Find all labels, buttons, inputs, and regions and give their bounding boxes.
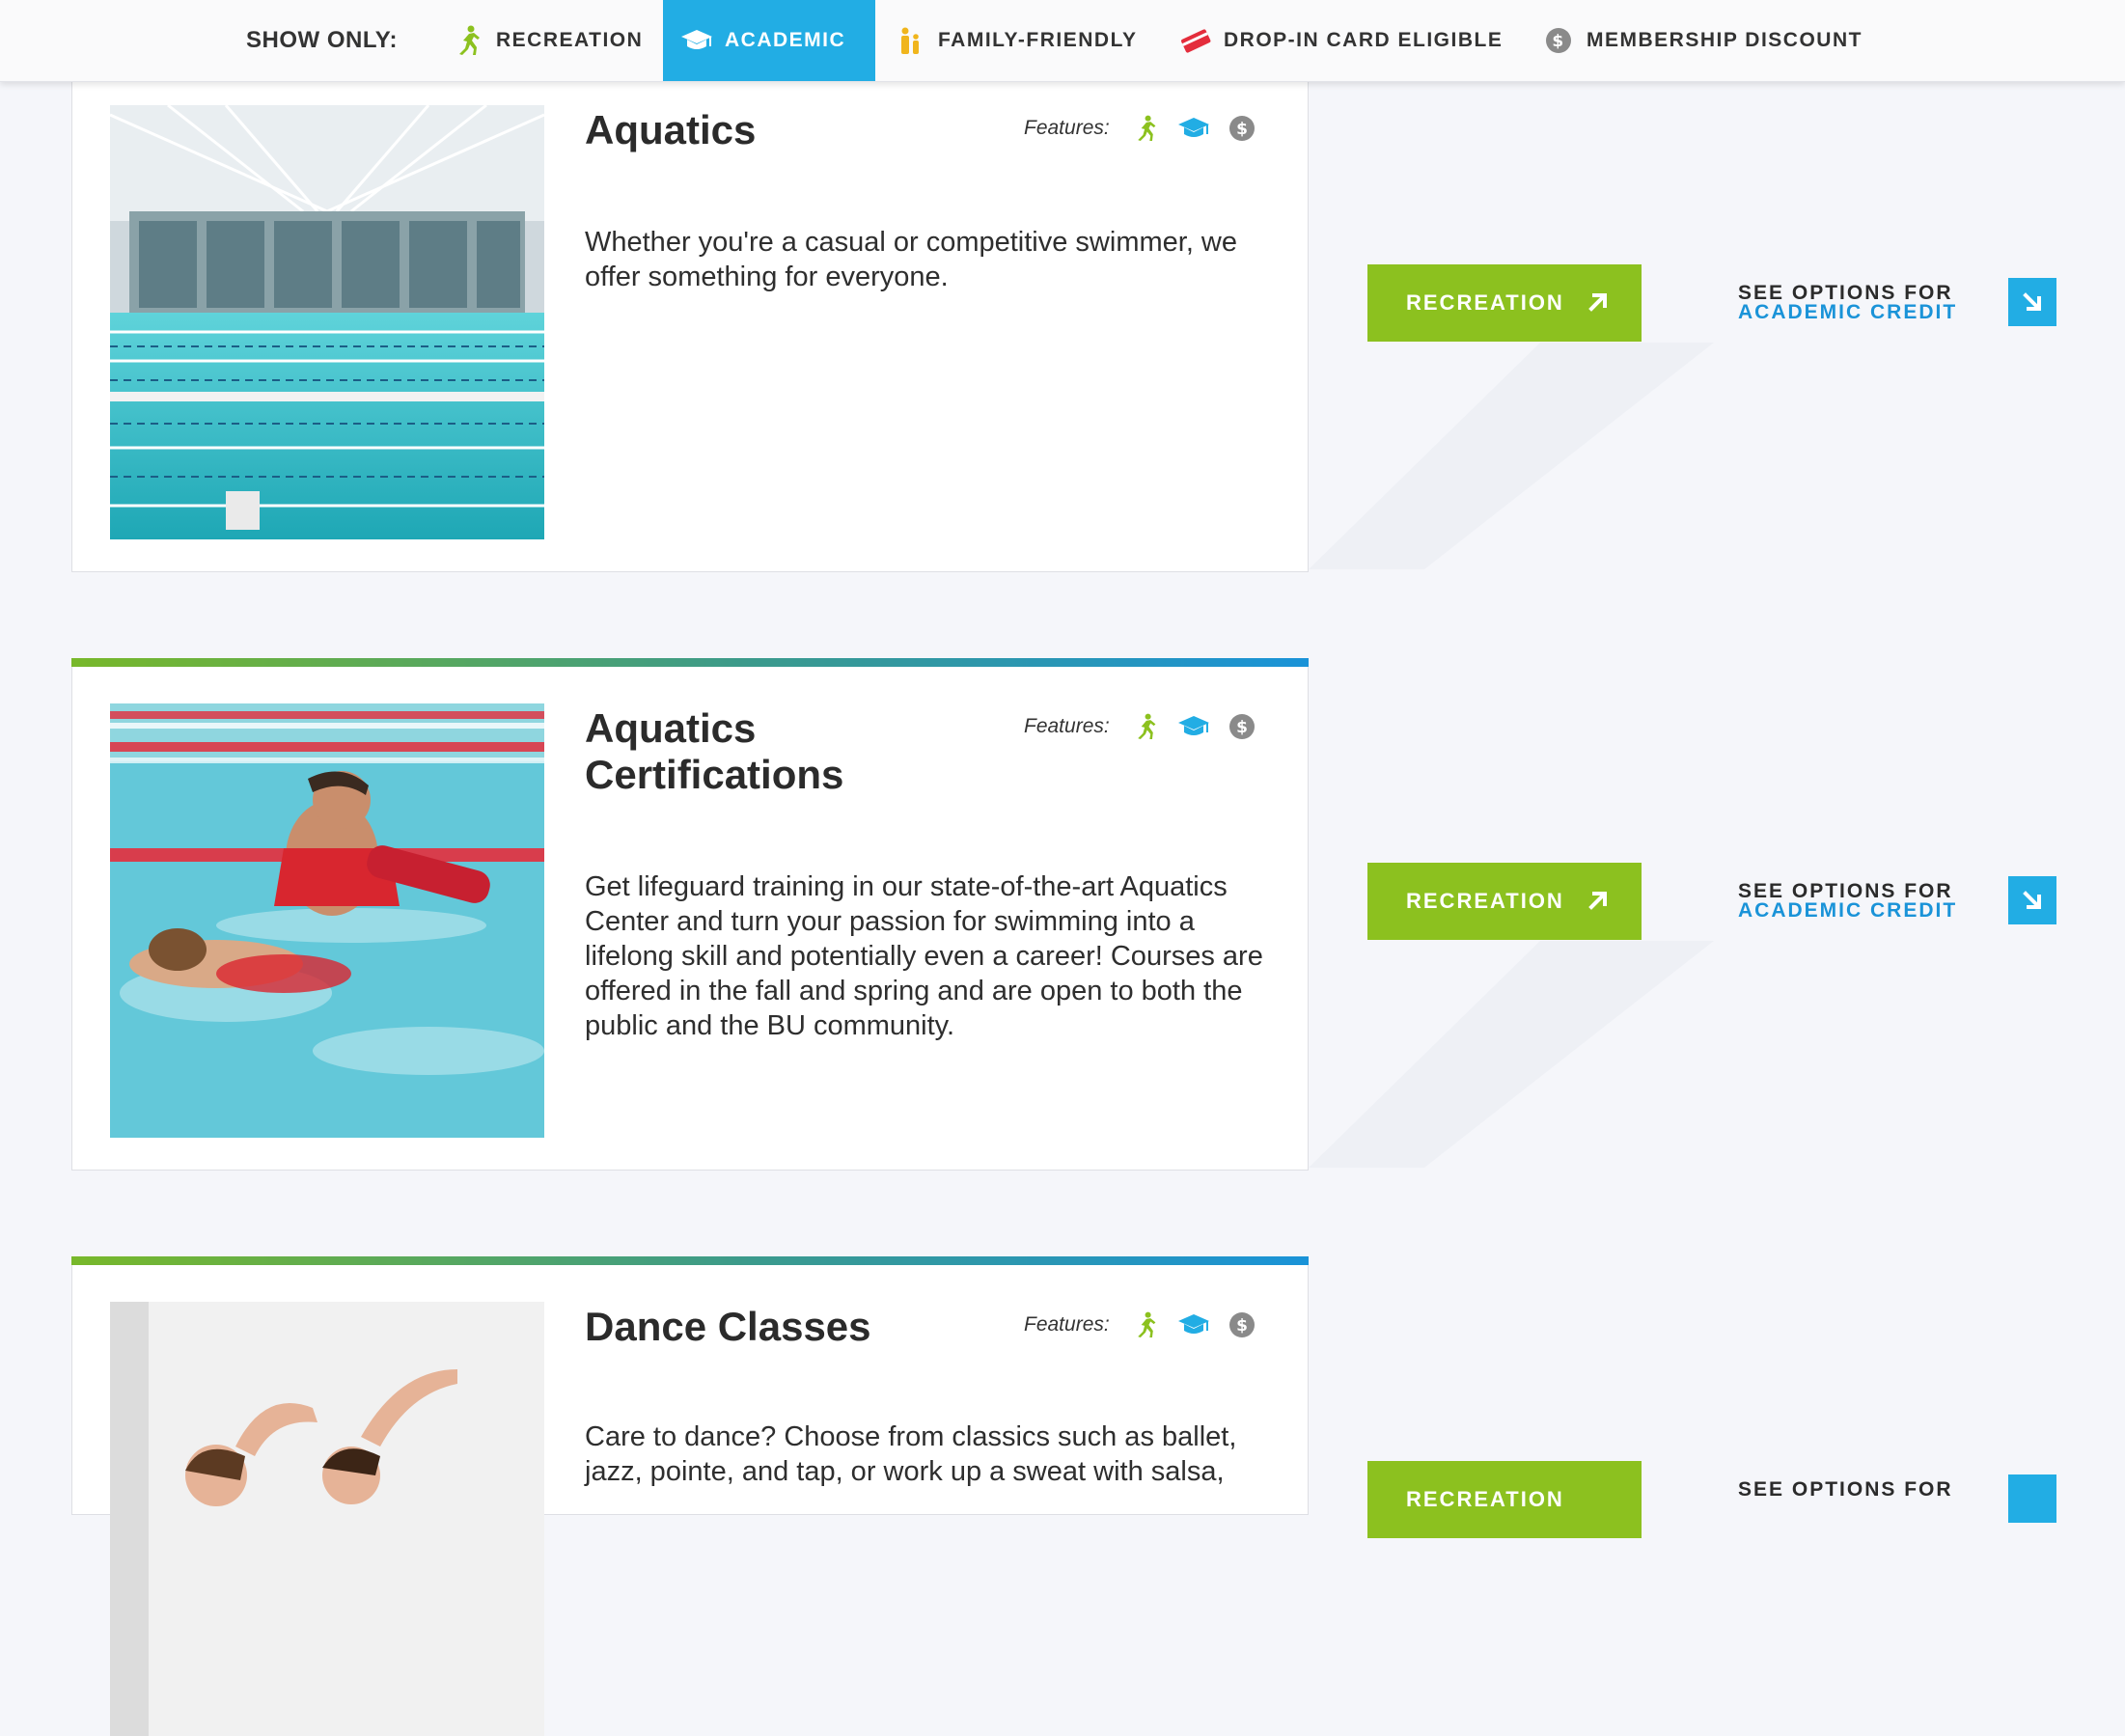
svg-text:$: $ [1236,120,1248,139]
card-accent-bar [71,658,1309,667]
card-icon [1179,24,1212,57]
lifeguard-training-photo [110,703,544,1138]
arrow-down-right-icon [2023,891,2041,909]
graduation-cap-icon [1177,710,1210,743]
filter-bar: SHOW ONLY: RECREATION ACADEMIC FAMILY-FR… [0,0,2125,82]
dance-class-photo [110,1302,544,1736]
filter-drop-in-card-label: DROP-IN CARD ELIGIBLE [1224,29,1504,51]
features-row: Features: $ [1024,705,1274,748]
recreation-button-label: RECREATION [1406,290,1564,315]
program-title: Dance Classes [585,1304,871,1349]
academic-credit-arrow-button[interactable] [2008,1474,2056,1523]
filter-academic[interactable]: ACADEMIC [663,0,875,81]
card-shadow [1309,343,1714,569]
recreation-button[interactable]: RECREATION [1367,264,1642,342]
filter-membership-discount-label: MEMBERSHIP DISCOUNT [1587,29,1863,51]
indoor-pool-photo [110,105,544,539]
program-description: Get lifeguard training in our state-of-t… [585,871,1263,1041]
dollar-icon: $ [1542,24,1575,57]
recreation-button[interactable]: RECREATION [1367,863,1642,940]
see-options-line1: SEE OPTIONS FOR [1738,880,1953,902]
filter-family-friendly-label: FAMILY-FRIENDLY [938,29,1138,51]
running-person-icon [1129,112,1162,145]
see-options-line1: SEE OPTIONS FOR [1738,282,1953,304]
see-options-line2: ACADEMIC CREDIT [1738,301,1958,323]
program-description: Whether you're a casual or competitive s… [585,227,1238,292]
academic-credit-arrow-button[interactable] [2008,278,2056,326]
filter-drop-in-card[interactable]: DROP-IN CARD ELIGIBLE [1179,0,1507,81]
academic-credit-arrow-button[interactable] [2008,876,2056,924]
filter-recreation-label: RECREATION [496,29,644,51]
graduation-cap-icon [1177,112,1210,145]
program-title: Aquatics [585,107,757,152]
see-options-academic-link[interactable]: SEE OPTIONS FOR [1738,1478,1953,1501]
graduation-cap-icon [680,24,713,57]
program-card-aquatics-certifications: Aquatics Certifications Features: $ Get … [71,658,1309,1171]
filter-membership-discount[interactable]: $ MEMBERSHIP DISCOUNT [1542,0,1890,81]
card-accent-bar [71,1256,1309,1265]
show-only-label: SHOW ONLY: [246,27,399,53]
see-options-line2: ACADEMIC CREDIT [1738,899,1958,922]
svg-text:$: $ [1236,1316,1248,1336]
features-label: Features: [1024,117,1110,139]
arrow-up-right-icon [1588,892,1607,910]
graduation-cap-icon [1177,1309,1210,1341]
features-row: Features: $ [1024,107,1274,150]
svg-text:$: $ [1236,718,1248,737]
arrow-up-right-icon [1588,293,1607,312]
arrow-down-right-icon [2023,292,2041,311]
filter-recreation[interactable]: RECREATION [446,0,658,81]
filter-academic-label: ACADEMIC [725,29,846,51]
svg-text:$: $ [1552,32,1564,51]
see-options-line1: SEE OPTIONS FOR [1738,1478,1953,1501]
features-row: Features: $ [1024,1304,1274,1346]
see-options-academic-link[interactable]: SEE OPTIONS FOR ACADEMIC CREDIT [1738,880,1958,922]
dollar-icon: $ [1226,112,1258,145]
program-card-dance-classes: Dance Classes Features: $ Care to dance?… [71,1256,1309,1736]
see-options-academic-link[interactable]: SEE OPTIONS FOR ACADEMIC CREDIT [1738,282,1958,323]
family-icon [894,24,926,57]
program-card-aquatics: Aquatics Features: $ Whether you're a ca… [71,68,1309,572]
card-shadow [1309,941,1714,1168]
running-person-icon [1129,1309,1162,1341]
running-person-icon [452,24,484,57]
program-description: Care to dance? Choose from classics such… [585,1421,1237,1487]
recreation-button-label: RECREATION [1406,889,1564,913]
recreation-button-label: RECREATION [1406,1487,1564,1511]
features-label: Features: [1024,1313,1110,1336]
filter-family-friendly[interactable]: FAMILY-FRIENDLY [894,0,1145,81]
recreation-button[interactable]: RECREATION [1367,1461,1642,1538]
dollar-icon: $ [1226,710,1258,743]
features-label: Features: [1024,715,1110,737]
dollar-icon: $ [1226,1309,1258,1341]
running-person-icon [1129,710,1162,743]
program-title: Aquatics Certifications [585,705,844,797]
